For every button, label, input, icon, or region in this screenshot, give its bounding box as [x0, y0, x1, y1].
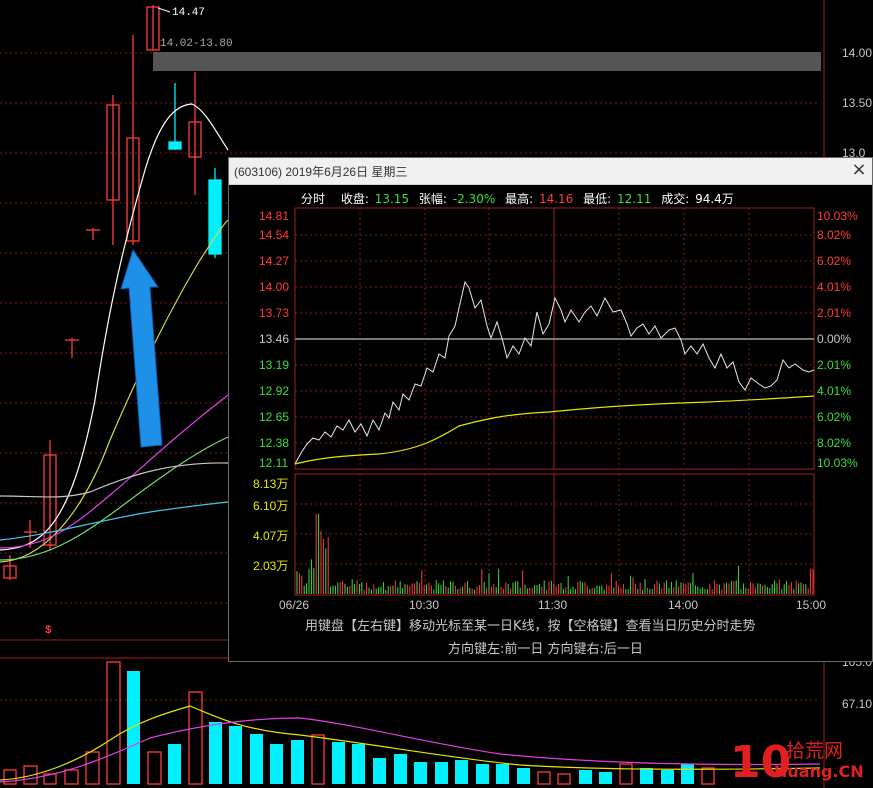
- price-label: 14.27: [259, 254, 290, 268]
- time-label: 10:30: [409, 598, 440, 612]
- volume-label: 2.03万: [253, 559, 289, 573]
- pct-label: 4.01%: [817, 280, 852, 294]
- high-marker: 14.47: [172, 7, 206, 19]
- price-tick: 14.00: [842, 46, 873, 60]
- volume-bars: [296, 514, 814, 594]
- price-label: 12.92: [259, 384, 290, 398]
- pct-label: 8.02%: [817, 436, 852, 450]
- price-label: 13.46: [259, 332, 290, 346]
- time-label: 06/26: [279, 598, 310, 612]
- signal-marker: $: [45, 625, 52, 637]
- time-label: 11:30: [538, 598, 568, 612]
- arrow-icon: [120, 248, 163, 448]
- pct-label: 0.00%: [817, 332, 852, 346]
- pct-label: 2.01%: [817, 306, 852, 320]
- watermark-logo: 10 拾荒网 Huang.CN: [728, 733, 868, 788]
- volume-tick: 67.10: [842, 697, 873, 711]
- logo-text-cn: 拾荒网: [786, 740, 843, 762]
- pct-label: 8.02%: [817, 228, 852, 242]
- pct-label: 6.02%: [817, 254, 852, 268]
- price-label: 12.65: [259, 410, 290, 424]
- pct-label: 4.01%: [817, 384, 852, 398]
- logo-text-en: Huang.CN: [774, 762, 864, 781]
- pct-label: 10.03%: [817, 209, 858, 223]
- price-tick: 13.50: [842, 96, 873, 110]
- logo-icon: 10 拾荒网 Huang.CN: [730, 737, 864, 788]
- price-label: 14.00: [259, 280, 290, 294]
- volume-label: 4.07万: [253, 529, 289, 543]
- resistance-band: [153, 52, 821, 71]
- price-label: 13.73: [259, 306, 290, 320]
- volume-label: 8.13万: [253, 477, 289, 491]
- price-label: 12.11: [259, 456, 289, 470]
- volume-label: 6.10万: [253, 499, 289, 513]
- pct-label: 6.02%: [817, 410, 852, 424]
- pct-label: 2.01%: [817, 358, 852, 372]
- price-label: 12.38: [259, 436, 290, 450]
- time-label: 15:00: [796, 598, 827, 612]
- intraday-chart[interactable]: [229, 158, 873, 663]
- range-marker: 14.02-13.80: [160, 38, 233, 50]
- hint-line-2: 方向键左:前一日 方向键右:后一日: [448, 642, 643, 657]
- hint-line-1: 用键盘【左右键】移动光标至某一日K线，按【空格键】查看当日历史分时走势: [305, 619, 756, 634]
- time-label: 14:00: [668, 598, 699, 612]
- intraday-popup[interactable]: (603106) 2019年6月26日 星期三 × 分时 收盘: 13.15 张…: [228, 157, 873, 662]
- pct-label: 10.03%: [817, 456, 858, 470]
- price-label: 13.19: [259, 358, 290, 372]
- price-label: 14.54: [259, 228, 290, 242]
- price-label: 14.81: [259, 209, 290, 223]
